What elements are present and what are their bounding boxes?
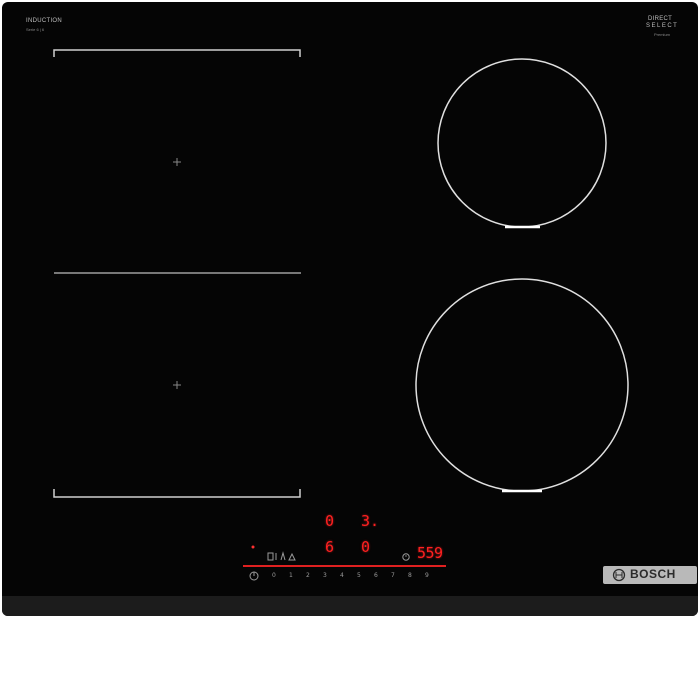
zone-indicator-dot	[251, 545, 255, 549]
timer-minutes-display: 559	[417, 544, 443, 562]
flex-zone-rear-outline[interactable]	[53, 489, 301, 498]
timer-clock-icon[interactable]	[402, 553, 410, 561]
power-level-3[interactable]: 3	[323, 572, 327, 579]
round-zone-bottom-right[interactable]	[415, 278, 629, 493]
timer-left-display: 0	[325, 512, 335, 530]
function-icons[interactable]	[267, 551, 296, 561]
brand-name: BOSCH	[630, 567, 676, 581]
power-right-display: 0	[361, 538, 371, 556]
flex-zone-front-cross-icon	[173, 158, 181, 166]
power-button-icon[interactable]	[249, 571, 259, 581]
cooking-zones	[53, 49, 629, 581]
power-level-8[interactable]: 8	[408, 572, 412, 579]
power-level-6[interactable]: 6	[374, 572, 378, 579]
power-level-0[interactable]: 0	[272, 572, 276, 579]
power-left-display: 6	[325, 538, 335, 556]
power-level-2[interactable]: 2	[306, 572, 310, 579]
power-level-5[interactable]: 5	[357, 572, 361, 579]
bosch-armature-logo-icon	[612, 568, 626, 582]
power-level-4[interactable]: 4	[340, 572, 344, 579]
flex-zone-rear-cross-icon	[173, 381, 181, 389]
timer-right-display: 3.	[361, 512, 380, 530]
power-level-9[interactable]: 9	[425, 572, 429, 579]
power-level-1[interactable]: 1	[289, 572, 293, 579]
power-level-7[interactable]: 7	[391, 572, 395, 579]
round-zone-top-right[interactable]	[437, 58, 607, 229]
